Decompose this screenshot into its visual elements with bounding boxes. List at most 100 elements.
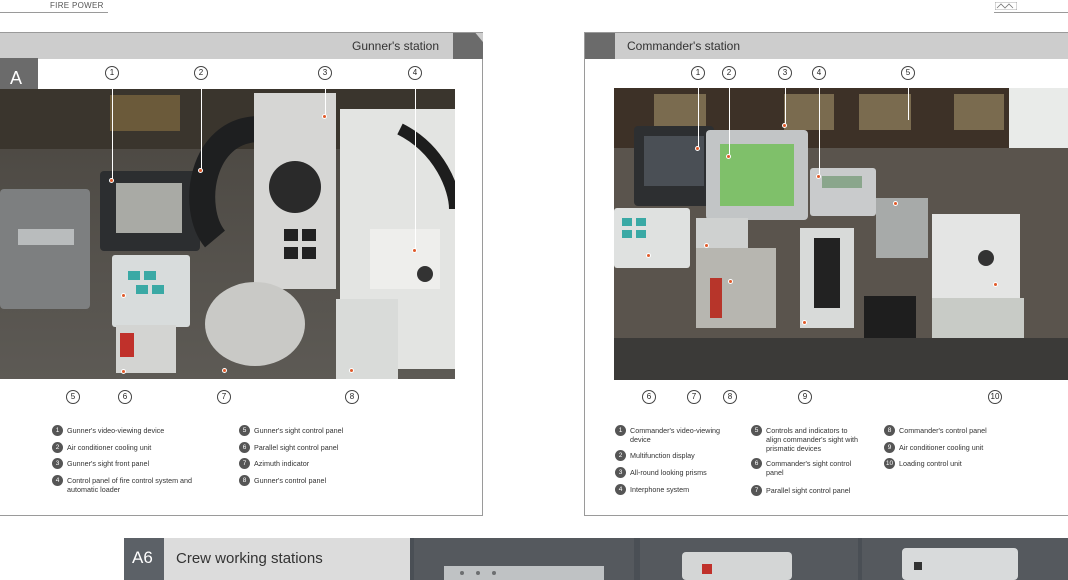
legend-item: 5 Controls and indicators to align comman… bbox=[751, 425, 861, 453]
leader-line bbox=[819, 80, 820, 176]
commander-station-photo bbox=[614, 88, 1068, 380]
legend-text: Gunner's video-viewing device bbox=[67, 426, 165, 435]
legend-item: 3 All-round looking prisms bbox=[615, 467, 735, 478]
callout-7: 7 bbox=[687, 390, 701, 404]
legend-item: 7 Parallel sight control panel bbox=[751, 485, 861, 496]
legend-text: All-round looking prisms bbox=[630, 468, 707, 477]
marker-dot bbox=[893, 201, 898, 206]
leader-line bbox=[908, 80, 909, 120]
leader-line bbox=[785, 80, 786, 125]
callout-2: 2 bbox=[722, 66, 736, 80]
legend-text: Air conditioner cooling unit bbox=[899, 443, 984, 452]
marker-dot bbox=[802, 320, 807, 325]
legend-number: 10 bbox=[884, 458, 895, 469]
legend-number: 8 bbox=[884, 425, 895, 436]
callout-6: 6 bbox=[642, 390, 656, 404]
footer-thumbnail bbox=[640, 538, 858, 580]
leader-line bbox=[325, 80, 326, 116]
legend-item: 1 Gunner's video-viewing device bbox=[52, 425, 202, 436]
marker-dot bbox=[993, 282, 998, 287]
legend-number: 2 bbox=[52, 442, 63, 453]
marker-dot bbox=[816, 174, 821, 179]
legend-item: 7 Azimuth indicator bbox=[239, 458, 389, 469]
marker-dot bbox=[322, 114, 327, 119]
leader-line bbox=[415, 80, 416, 250]
legend-number: 7 bbox=[239, 458, 250, 469]
marker-dot bbox=[349, 368, 354, 373]
callout-8: 8 bbox=[345, 390, 359, 404]
marker-dot bbox=[222, 368, 227, 373]
legend-item: 2 Multifunction display bbox=[615, 450, 735, 461]
legend-item: 6 Parallel sight control panel bbox=[239, 442, 389, 453]
callout-7: 7 bbox=[217, 390, 231, 404]
callout-6: 6 bbox=[118, 390, 132, 404]
marker-dot bbox=[646, 253, 651, 258]
marker-dot bbox=[782, 123, 787, 128]
legend-item: 6 Commander's sight control panel bbox=[751, 458, 861, 477]
callout-4: 4 bbox=[408, 66, 422, 80]
footer-section-title: Crew working stations bbox=[164, 538, 410, 580]
legend-item: 1 Commander's video-viewing device bbox=[615, 425, 735, 444]
legend-number: 4 bbox=[615, 484, 626, 495]
legend-text: Multifunction display bbox=[630, 451, 695, 460]
legend-text: Azimuth indicator bbox=[254, 459, 310, 468]
legend-item: 4 Control panel of fire control system an… bbox=[52, 475, 202, 494]
legend-text: Loading control unit bbox=[899, 459, 962, 468]
marker-dot bbox=[412, 248, 417, 253]
leader-line bbox=[729, 80, 730, 156]
legend-text: Commander's video-viewing device bbox=[630, 426, 721, 444]
legend-item: 10 Loading control unit bbox=[884, 458, 1004, 469]
marker-dot bbox=[121, 293, 126, 298]
commander-panel-header: Commander's station bbox=[585, 33, 1068, 59]
gunner-station-photo bbox=[0, 89, 455, 379]
leader-line bbox=[201, 80, 202, 170]
callout-5: 5 bbox=[901, 66, 915, 80]
gunner-panel-header: Gunner's station bbox=[0, 33, 483, 59]
legend-number: 8 bbox=[239, 475, 250, 486]
callout-10: 10 bbox=[988, 390, 1002, 404]
legend-text: Gunner's control panel bbox=[254, 476, 327, 485]
header-rule-left bbox=[0, 12, 108, 13]
section-label: FIRE POWER bbox=[50, 1, 104, 10]
legend-number: 6 bbox=[751, 458, 762, 469]
legend-text: Commander's control panel bbox=[899, 426, 987, 435]
legend-number: 1 bbox=[615, 425, 626, 436]
brand-logo-icon bbox=[995, 2, 1017, 10]
legend-item: 5 Gunner's sight control panel bbox=[239, 425, 389, 436]
marker-dot bbox=[198, 168, 203, 173]
marker-dot bbox=[726, 154, 731, 159]
marker-dot bbox=[695, 146, 700, 151]
header-rule-right bbox=[994, 12, 1068, 13]
legend-number: 3 bbox=[52, 458, 63, 469]
legend-text: Controls and indicators to align command… bbox=[766, 426, 859, 453]
legend-text: Gunner's sight front panel bbox=[67, 459, 150, 468]
marker-dot bbox=[121, 369, 126, 374]
header-tab-icon bbox=[453, 33, 483, 59]
legend-text: Gunner's sight control panel bbox=[254, 426, 344, 435]
callout-3: 3 bbox=[318, 66, 332, 80]
header-tab-icon bbox=[585, 33, 615, 59]
legend-text: Interphone system bbox=[630, 485, 690, 494]
marker-dot bbox=[704, 243, 709, 248]
legend-number: 2 bbox=[615, 450, 626, 461]
footer-section-tag: A6 bbox=[124, 538, 164, 580]
legend-number: 5 bbox=[239, 425, 250, 436]
footer-thumbnail bbox=[862, 538, 1068, 580]
leader-line bbox=[698, 80, 699, 148]
legend-item: 8 Gunner's control panel bbox=[239, 475, 389, 486]
callout-5: 5 bbox=[66, 390, 80, 404]
legend-number: 5 bbox=[751, 425, 762, 436]
legend-text: Parallel sight control panel bbox=[254, 443, 339, 452]
callout-9: 9 bbox=[798, 390, 812, 404]
legend-text: Commander's sight control panel bbox=[766, 459, 852, 477]
footer-thumbnail bbox=[414, 538, 634, 580]
legend-number: 7 bbox=[751, 485, 762, 496]
legend-number: 4 bbox=[52, 475, 63, 486]
callout-3: 3 bbox=[778, 66, 792, 80]
leader-line bbox=[112, 80, 113, 180]
callout-1: 1 bbox=[105, 66, 119, 80]
legend-text: Air conditioner cooling unit bbox=[67, 443, 152, 452]
callout-1: 1 bbox=[691, 66, 705, 80]
marker-dot bbox=[109, 178, 114, 183]
legend-text: Parallel sight control panel bbox=[766, 486, 851, 495]
